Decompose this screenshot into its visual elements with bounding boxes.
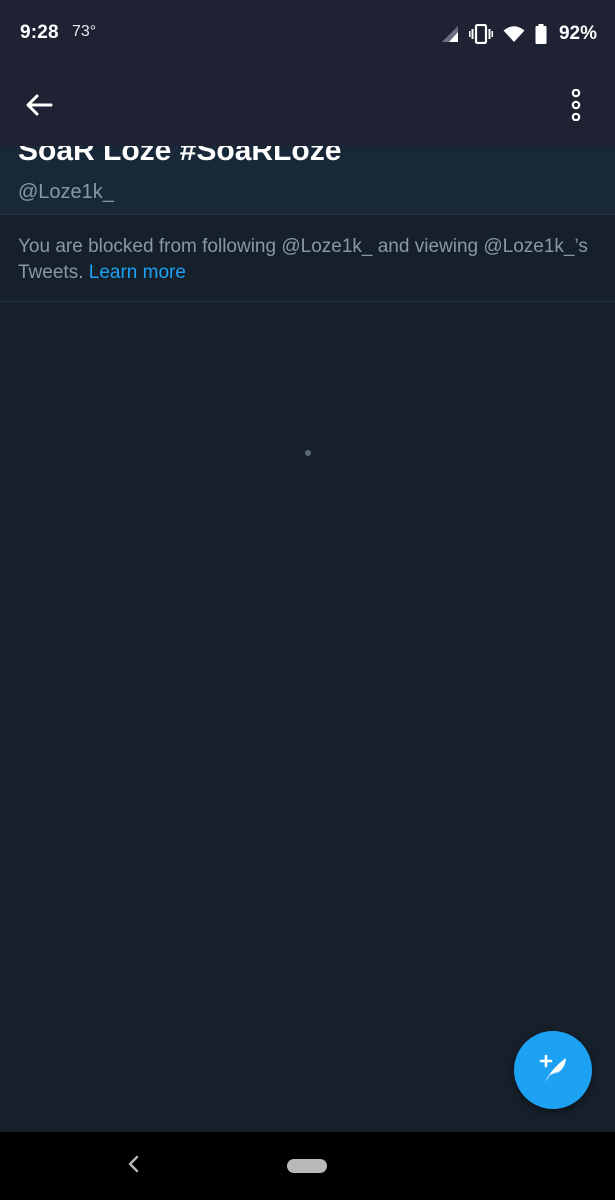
back-button[interactable] [14,82,64,132]
nav-back-button[interactable] [118,1150,148,1182]
status-time: 9:28 [20,22,59,43]
learn-more-link[interactable]: Learn more [89,262,186,283]
nav-back-icon [126,1155,140,1178]
blocked-notice: You are blocked from following @Loze1k_ … [0,215,615,302]
profile-name: SoaR Loze #SoaRLoze [18,146,342,167]
app-bar [0,68,615,146]
profile-handle: @Loze1k_ [18,181,114,203]
nav-home-pill[interactable] [287,1159,327,1173]
screen: 9:28 73° 92% SoaR Loze #SoaRLoze @Loze1k… [0,0,615,1200]
blocked-notice-text: You are blocked from following @Loze1k_ … [18,234,603,286]
header: 9:28 73° 92% [0,0,615,146]
system-nav-bar [0,1132,615,1200]
compose-tweet-icon [533,1048,573,1093]
battery-percent: 92% [558,23,597,44]
more-vertical-icon [569,88,583,126]
battery-icon [535,24,547,44]
arrow-left-icon [25,93,53,122]
more-options-button[interactable] [551,82,601,132]
status-bar: 9:28 73° 92% [0,0,615,68]
compose-tweet-button[interactable] [514,1031,592,1109]
vibrate-icon [468,24,493,44]
profile-header: SoaR Loze #SoaRLoze @Loze1k_ [0,146,615,215]
loading-indicator [305,450,311,456]
signal-icon [441,25,459,43]
wifi-icon [503,25,525,43]
status-icons: 92% [441,20,597,48]
status-temperature: 73° [72,23,97,40]
